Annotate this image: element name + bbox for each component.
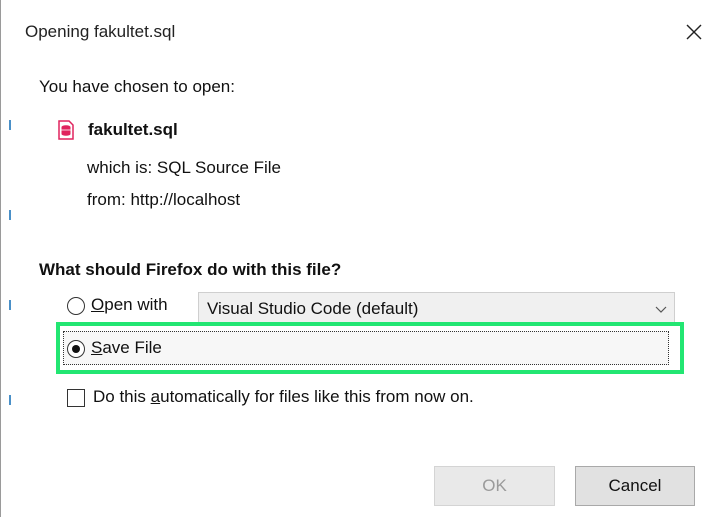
open-with-label-rest: pen with: [104, 295, 168, 314]
save-file-label-rest: ave File: [102, 338, 162, 357]
ok-button[interactable]: OK: [434, 466, 555, 506]
file-source-label: from:: [87, 190, 126, 209]
open-with-mnemonic: O: [91, 295, 105, 314]
cancel-button[interactable]: Cancel: [575, 466, 695, 506]
action-question: What should Firefox do with this file?: [39, 260, 342, 279]
radio-selected-dot: [72, 345, 80, 353]
save-file-radio[interactable]: [67, 340, 85, 358]
open-with-app-value: Visual Studio Code (default): [207, 299, 419, 318]
auto-label-prefix: Do this: [93, 387, 151, 406]
auto-checkbox[interactable]: [67, 389, 85, 407]
file-source-row: from: http://localhost: [87, 190, 240, 210]
sql-file-icon: [58, 120, 74, 140]
file-type-label: which is:: [87, 158, 153, 177]
chevron-down-icon: [654, 302, 668, 316]
file-name: fakultet.sql: [88, 120, 178, 139]
auto-checkbox-label[interactable]: Do this automatically for files like thi…: [93, 387, 474, 407]
save-file-label[interactable]: Save File: [91, 338, 162, 358]
auto-mnemonic: a: [150, 387, 161, 406]
file-source-value: http://localhost: [130, 190, 241, 209]
title-bar: Opening fakultet.sql: [1, 0, 712, 56]
open-with-radio[interactable]: [67, 297, 85, 315]
close-icon[interactable]: [683, 21, 705, 43]
open-with-label[interactable]: Open with: [91, 295, 168, 315]
file-type-value: SQL Source File: [156, 158, 282, 177]
file-type-row: which is: SQL Source File: [87, 158, 281, 178]
window-title: Opening fakultet.sql: [25, 22, 176, 41]
intro-text: You have chosen to open:: [39, 77, 235, 96]
save-file-mnemonic: S: [91, 338, 103, 357]
open-with-app-select[interactable]: Visual Studio Code (default): [198, 292, 675, 324]
download-dialog: Opening fakultet.sql You have chosen to …: [0, 0, 712, 517]
auto-label-rest: utomatically for files like this from no…: [160, 387, 474, 406]
